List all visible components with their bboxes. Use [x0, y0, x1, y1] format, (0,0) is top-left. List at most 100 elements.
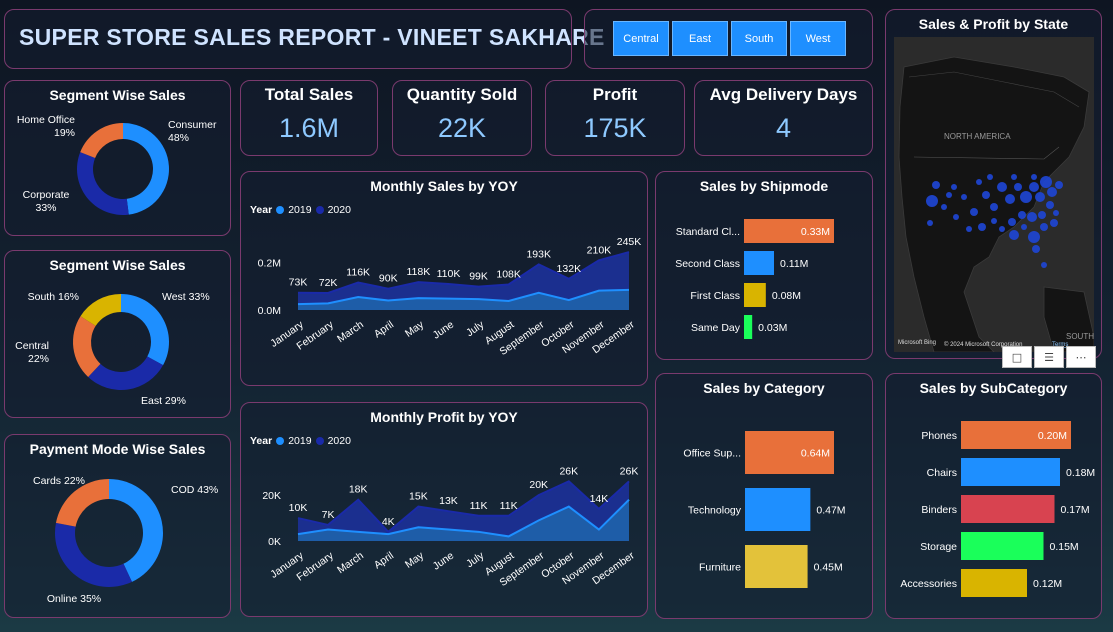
state-bubble[interactable]: [997, 182, 1007, 192]
state-bubble[interactable]: [1055, 181, 1063, 189]
state-bubble[interactable]: [990, 203, 998, 211]
state-bubble[interactable]: [1005, 194, 1015, 204]
region-button-east[interactable]: East: [672, 21, 728, 56]
state-bubble[interactable]: [1053, 210, 1059, 216]
slice-central[interactable]: [73, 316, 101, 377]
bar-value-label: 0.20M: [1038, 430, 1067, 442]
data-label: 11K: [470, 500, 488, 512]
state-bubble[interactable]: [946, 192, 952, 198]
slice-label: COD 43%: [171, 484, 218, 496]
region-donut-chart[interactable]: West 33% East 29% Central22% South 16%: [5, 251, 232, 419]
state-bubble[interactable]: [991, 218, 997, 224]
state-bubble[interactable]: [987, 174, 993, 180]
data-label: 26K: [620, 465, 639, 477]
state-bubble[interactable]: [1040, 176, 1052, 188]
state-bubble[interactable]: [953, 214, 959, 220]
category-bar-chart[interactable]: Office Sup... 0.64M Technology 0.47M Furnitu…: [656, 374, 874, 620]
bar[interactable]: [961, 458, 1060, 486]
state-bubble[interactable]: [961, 194, 967, 200]
state-bubble[interactable]: [1021, 224, 1027, 230]
bar[interactable]: [745, 545, 808, 588]
state-bubble[interactable]: [1014, 183, 1022, 191]
subcategory-bar-chart[interactable]: Phones 0.20M Chairs 0.18M Binders 0.17M Storag…: [886, 374, 1103, 620]
state-map[interactable]: NORTH AMERICA SOUTH Microsoft Bing © 202…: [894, 37, 1094, 352]
state-bubble[interactable]: [941, 204, 947, 210]
data-label: 118K: [406, 266, 430, 278]
slice-corporate[interactable]: [77, 152, 129, 216]
bar[interactable]: [745, 488, 811, 531]
state-bubble[interactable]: [1032, 245, 1040, 253]
region-button-south[interactable]: South: [731, 21, 787, 56]
monthly-profit-area-chart[interactable]: 20K 0K 10K 7K 18K 4K 15K 13K 11K 11K 20K 26K 14K 26K J…: [241, 403, 649, 618]
slice-home-office[interactable]: [80, 123, 123, 158]
state-bubble[interactable]: [1020, 191, 1032, 203]
bar[interactable]: [744, 315, 753, 339]
monthly-sales-area-chart[interactable]: 0.2M 0.0M 73K 72K 116K 90K 118K 110K 99K 108K 193K…: [241, 172, 649, 387]
bar-category-label: Same Day: [691, 322, 741, 334]
bar-value-label: 0.17M: [1061, 504, 1090, 516]
bar-value-label: 0.33M: [801, 226, 830, 238]
bar-category-label: Technology: [688, 505, 742, 517]
state-bubble[interactable]: [1028, 231, 1040, 243]
bar-value-label: 0.03M: [758, 322, 787, 334]
data-label: 210K: [587, 244, 612, 256]
more-options-button[interactable]: ⋯: [1066, 346, 1096, 368]
data-label: 193K: [526, 248, 551, 260]
bar[interactable]: [961, 495, 1055, 523]
state-bubble[interactable]: [1041, 262, 1047, 268]
data-label: 72K: [319, 277, 338, 289]
state-bubble[interactable]: [932, 181, 940, 189]
kpi-title: Avg Delivery Days: [709, 85, 858, 104]
shipmode-bar-chart[interactable]: Standard Cl... 0.33M Second Class 0.11M Firs…: [656, 172, 874, 361]
bar[interactable]: [744, 283, 766, 307]
state-bubble[interactable]: [1029, 182, 1039, 192]
data-label: 245K: [617, 236, 642, 248]
slice-label: West 33%: [162, 291, 210, 303]
slice-label: 19%: [54, 127, 75, 139]
state-bubble[interactable]: [1027, 212, 1037, 222]
state-bubble[interactable]: [976, 179, 982, 185]
state-bubble[interactable]: [1050, 219, 1058, 227]
state-bubble[interactable]: [926, 195, 938, 207]
state-bubble[interactable]: [1040, 223, 1048, 231]
state-bubble[interactable]: [1011, 174, 1017, 180]
filter-button[interactable]: ☰: [1034, 346, 1064, 368]
subcategory-card: Sales by SubCategory Phones 0.20M Chairs 0.…: [885, 373, 1102, 619]
state-bubble[interactable]: [978, 223, 986, 231]
kpi-title: Quantity Sold: [406, 85, 518, 104]
map-card: Sales & Profit by State NORTH AMERICA SO…: [885, 9, 1102, 368]
slice-west[interactable]: [121, 294, 169, 366]
focus-mode-button[interactable]: □: [1002, 346, 1032, 368]
state-bubble[interactable]: [1047, 187, 1057, 197]
state-bubble[interactable]: [1035, 192, 1045, 202]
payment-donut-chart[interactable]: COD 43% Online 35% Cards 22%: [5, 435, 232, 619]
state-bubble[interactable]: [951, 184, 957, 190]
slice-label: Consumer: [168, 119, 217, 131]
state-bubble[interactable]: [999, 226, 1005, 232]
state-bubble[interactable]: [966, 226, 972, 232]
state-bubble[interactable]: [1046, 201, 1054, 209]
slice-east[interactable]: [88, 356, 164, 390]
state-bubble[interactable]: [1009, 230, 1019, 240]
state-bubble[interactable]: [1038, 211, 1046, 219]
state-bubble[interactable]: [1018, 211, 1026, 219]
map-south-label: SOUTH: [1066, 332, 1094, 341]
data-label: 20K: [529, 479, 548, 491]
slice-online[interactable]: [54, 522, 132, 587]
state-bubble[interactable]: [970, 208, 978, 216]
slice-label: South 16%: [28, 291, 79, 303]
segment-sales-card: Segment Wise Sales Consumer 48% Corporate 3…: [4, 80, 231, 236]
slice-consumer[interactable]: [123, 123, 170, 215]
kpi-value: 175K: [583, 113, 647, 143]
data-label: 13K: [439, 495, 458, 507]
bar[interactable]: [961, 532, 1044, 560]
state-bubble[interactable]: [1031, 174, 1037, 180]
state-bubble[interactable]: [1008, 218, 1016, 226]
region-button-central[interactable]: Central: [613, 21, 669, 56]
state-bubble[interactable]: [982, 191, 990, 199]
state-bubble[interactable]: [927, 220, 933, 226]
segment-donut-chart[interactable]: Consumer48% Corporate33% Home Office19%: [5, 81, 232, 237]
region-button-west[interactable]: West: [790, 21, 846, 56]
bar[interactable]: [744, 251, 774, 275]
bar[interactable]: [961, 569, 1027, 597]
